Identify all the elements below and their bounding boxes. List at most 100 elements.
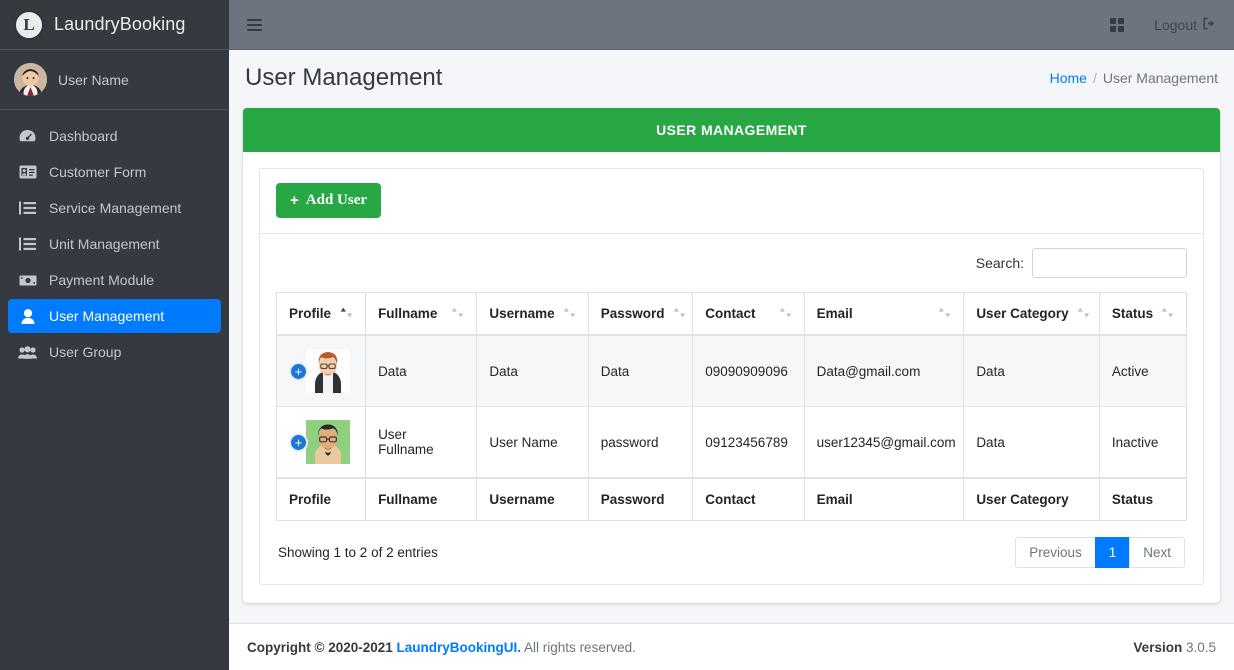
column-header-password[interactable]: Password <box>587 292 694 336</box>
sort-icon <box>1161 306 1174 321</box>
card-body: + Add User Search: Profile Fullname User… <box>243 152 1220 603</box>
sidebar-item-label: Service Management <box>49 200 182 216</box>
card-header-title: USER MANAGEMENT <box>243 108 1220 152</box>
sidebar-nav: Dashboard Customer Form Service Manageme… <box>0 110 229 371</box>
pagination-previous-button[interactable]: Previous <box>1015 537 1096 568</box>
th-large-icon[interactable] <box>1110 17 1125 32</box>
cell-user-category: Data <box>963 406 1100 479</box>
tachometer-icon <box>18 128 37 144</box>
sidebar-item-payment-module[interactable]: Payment Module <box>8 263 221 297</box>
footer-copyright: Copyright © 2020-2021 LaundryBookingUI. … <box>247 640 636 655</box>
cell-fullname: User Fullname <box>365 406 478 479</box>
expand-row-icon[interactable]: + <box>289 432 308 452</box>
footer-version-number: 3.0.5 <box>1185 639 1216 655</box>
column-label: Fullname <box>378 306 438 321</box>
column-label: Profile <box>289 306 332 321</box>
id-card-icon <box>18 164 37 180</box>
table-container: Search: Profile Fullname Username Passwo… <box>260 234 1203 584</box>
footer-rights: All rights reserved. <box>524 639 636 655</box>
table-header-row: Profile Fullname Username Password Conta… <box>275 292 1188 336</box>
list-icon <box>18 236 37 252</box>
sidebar-item-unit-management[interactable]: Unit Management <box>8 227 221 261</box>
column-header-profile[interactable]: Profile <box>275 292 367 336</box>
plus-icon: + <box>290 192 299 209</box>
footer-copyright-prefix: Copyright © 2020-2021 <box>247 639 393 655</box>
money-bill-icon <box>18 272 37 288</box>
sidebar-user-panel[interactable]: User Name <box>0 50 229 110</box>
table-panel: + Add User Search: Profile Fullname User… <box>259 168 1204 585</box>
sidebar-item-service-management[interactable]: Service Management <box>8 191 221 225</box>
brand-logo-icon: L <box>14 9 44 40</box>
column-label: User Category <box>976 306 1069 321</box>
table-head: Profile Fullname Username Password Conta… <box>275 292 1188 336</box>
column-header-username[interactable]: Username <box>476 292 589 336</box>
user-icon <box>18 308 37 324</box>
pagination-page-1-button[interactable]: 1 <box>1094 537 1131 568</box>
search-input[interactable] <box>1032 248 1187 278</box>
logout-button[interactable]: Logout <box>1154 17 1216 33</box>
cell-profile: + <box>275 334 367 407</box>
app-root: L LaundryBooking User Name Dashboard Cus… <box>0 0 1234 670</box>
add-user-label: Add User <box>305 192 368 208</box>
breadcrumb-home-link[interactable]: Home <box>1050 70 1087 86</box>
footer-column-username: Username <box>476 477 589 521</box>
sidebar-item-user-group[interactable]: User Group <box>8 335 221 369</box>
add-user-button[interactable]: + Add User <box>276 183 382 218</box>
main-area: Logout User Management Home / User Manag… <box>229 0 1234 670</box>
cell-fullname: Data <box>365 334 478 407</box>
footer-column-status: Status <box>1098 477 1188 521</box>
content: USER MANAGEMENT + Add User Search: Profi… <box>229 108 1234 609</box>
list-icon <box>18 200 37 216</box>
cell-username: User Name <box>476 406 589 479</box>
search-row: Search: <box>276 248 1187 278</box>
page-title: User Management <box>245 64 443 91</box>
sidebar-item-customer-form[interactable]: Customer Form <box>8 155 221 189</box>
sidebar-item-label: Payment Module <box>49 272 155 288</box>
column-label: Contact <box>705 306 756 321</box>
column-header-contact[interactable]: Contact <box>692 292 805 336</box>
sidebar-item-dashboard[interactable]: Dashboard <box>8 119 221 153</box>
column-header-user-category[interactable]: User Category <box>963 292 1100 336</box>
sort-icon <box>340 306 353 321</box>
pagination: Previous 1 Next <box>1015 537 1185 568</box>
sort-icon <box>938 306 951 321</box>
sort-icon <box>779 306 792 321</box>
avatar <box>306 420 350 464</box>
topbar: Logout <box>229 0 1234 50</box>
cell-contact: 09123456789 <box>692 406 805 479</box>
sidebar-item-label: User Management <box>49 308 165 324</box>
hamburger-icon[interactable] <box>245 15 264 35</box>
expand-row-icon[interactable]: + <box>289 361 308 381</box>
sort-icon <box>451 306 464 321</box>
footer-version: Version 3.0.5 <box>1133 640 1216 655</box>
sidebar-item-label: Dashboard <box>49 128 118 144</box>
entries-info: Showing 1 to 2 of 2 entries <box>278 545 438 560</box>
sidebar-item-label: User Group <box>49 344 122 360</box>
sort-icon <box>673 306 686 321</box>
column-header-fullname[interactable]: Fullname <box>365 292 478 336</box>
column-label: Status <box>1111 306 1154 321</box>
column-header-status[interactable]: Status <box>1098 292 1188 336</box>
content-header: User Management Home / User Management <box>229 50 1234 108</box>
table-row[interactable]: + <box>275 334 1188 407</box>
brand-header[interactable]: L LaundryBooking <box>0 0 229 50</box>
logout-label: Logout <box>1154 16 1197 33</box>
search-label: Search: <box>975 255 1024 271</box>
footer-column-profile: Profile <box>275 477 367 521</box>
column-label: Email <box>816 306 853 321</box>
page-footer: Copyright © 2020-2021 LaundryBookingUI. … <box>229 623 1234 670</box>
table-body: + Data Data Data 09090909096 Data@gmail.… <box>275 334 1188 479</box>
cell-contact: 09090909096 <box>692 334 805 407</box>
sidebar: L LaundryBooking User Name Dashboard Cus… <box>0 0 229 670</box>
cell-password: Data <box>587 334 694 407</box>
table-row[interactable]: + <box>275 406 1188 479</box>
sidebar-item-label: Customer Form <box>49 164 147 180</box>
column-header-email[interactable]: Email <box>803 292 965 336</box>
sidebar-item-user-management[interactable]: User Management <box>8 299 221 333</box>
cell-status: Active <box>1098 334 1188 407</box>
pagination-next-button[interactable]: Next <box>1129 537 1185 568</box>
avatar <box>306 349 350 393</box>
cell-username: Data <box>476 334 589 407</box>
footer-brand-link[interactable]: LaundryBookingUI. <box>397 640 522 655</box>
footer-column-user-category: User Category <box>963 477 1100 521</box>
